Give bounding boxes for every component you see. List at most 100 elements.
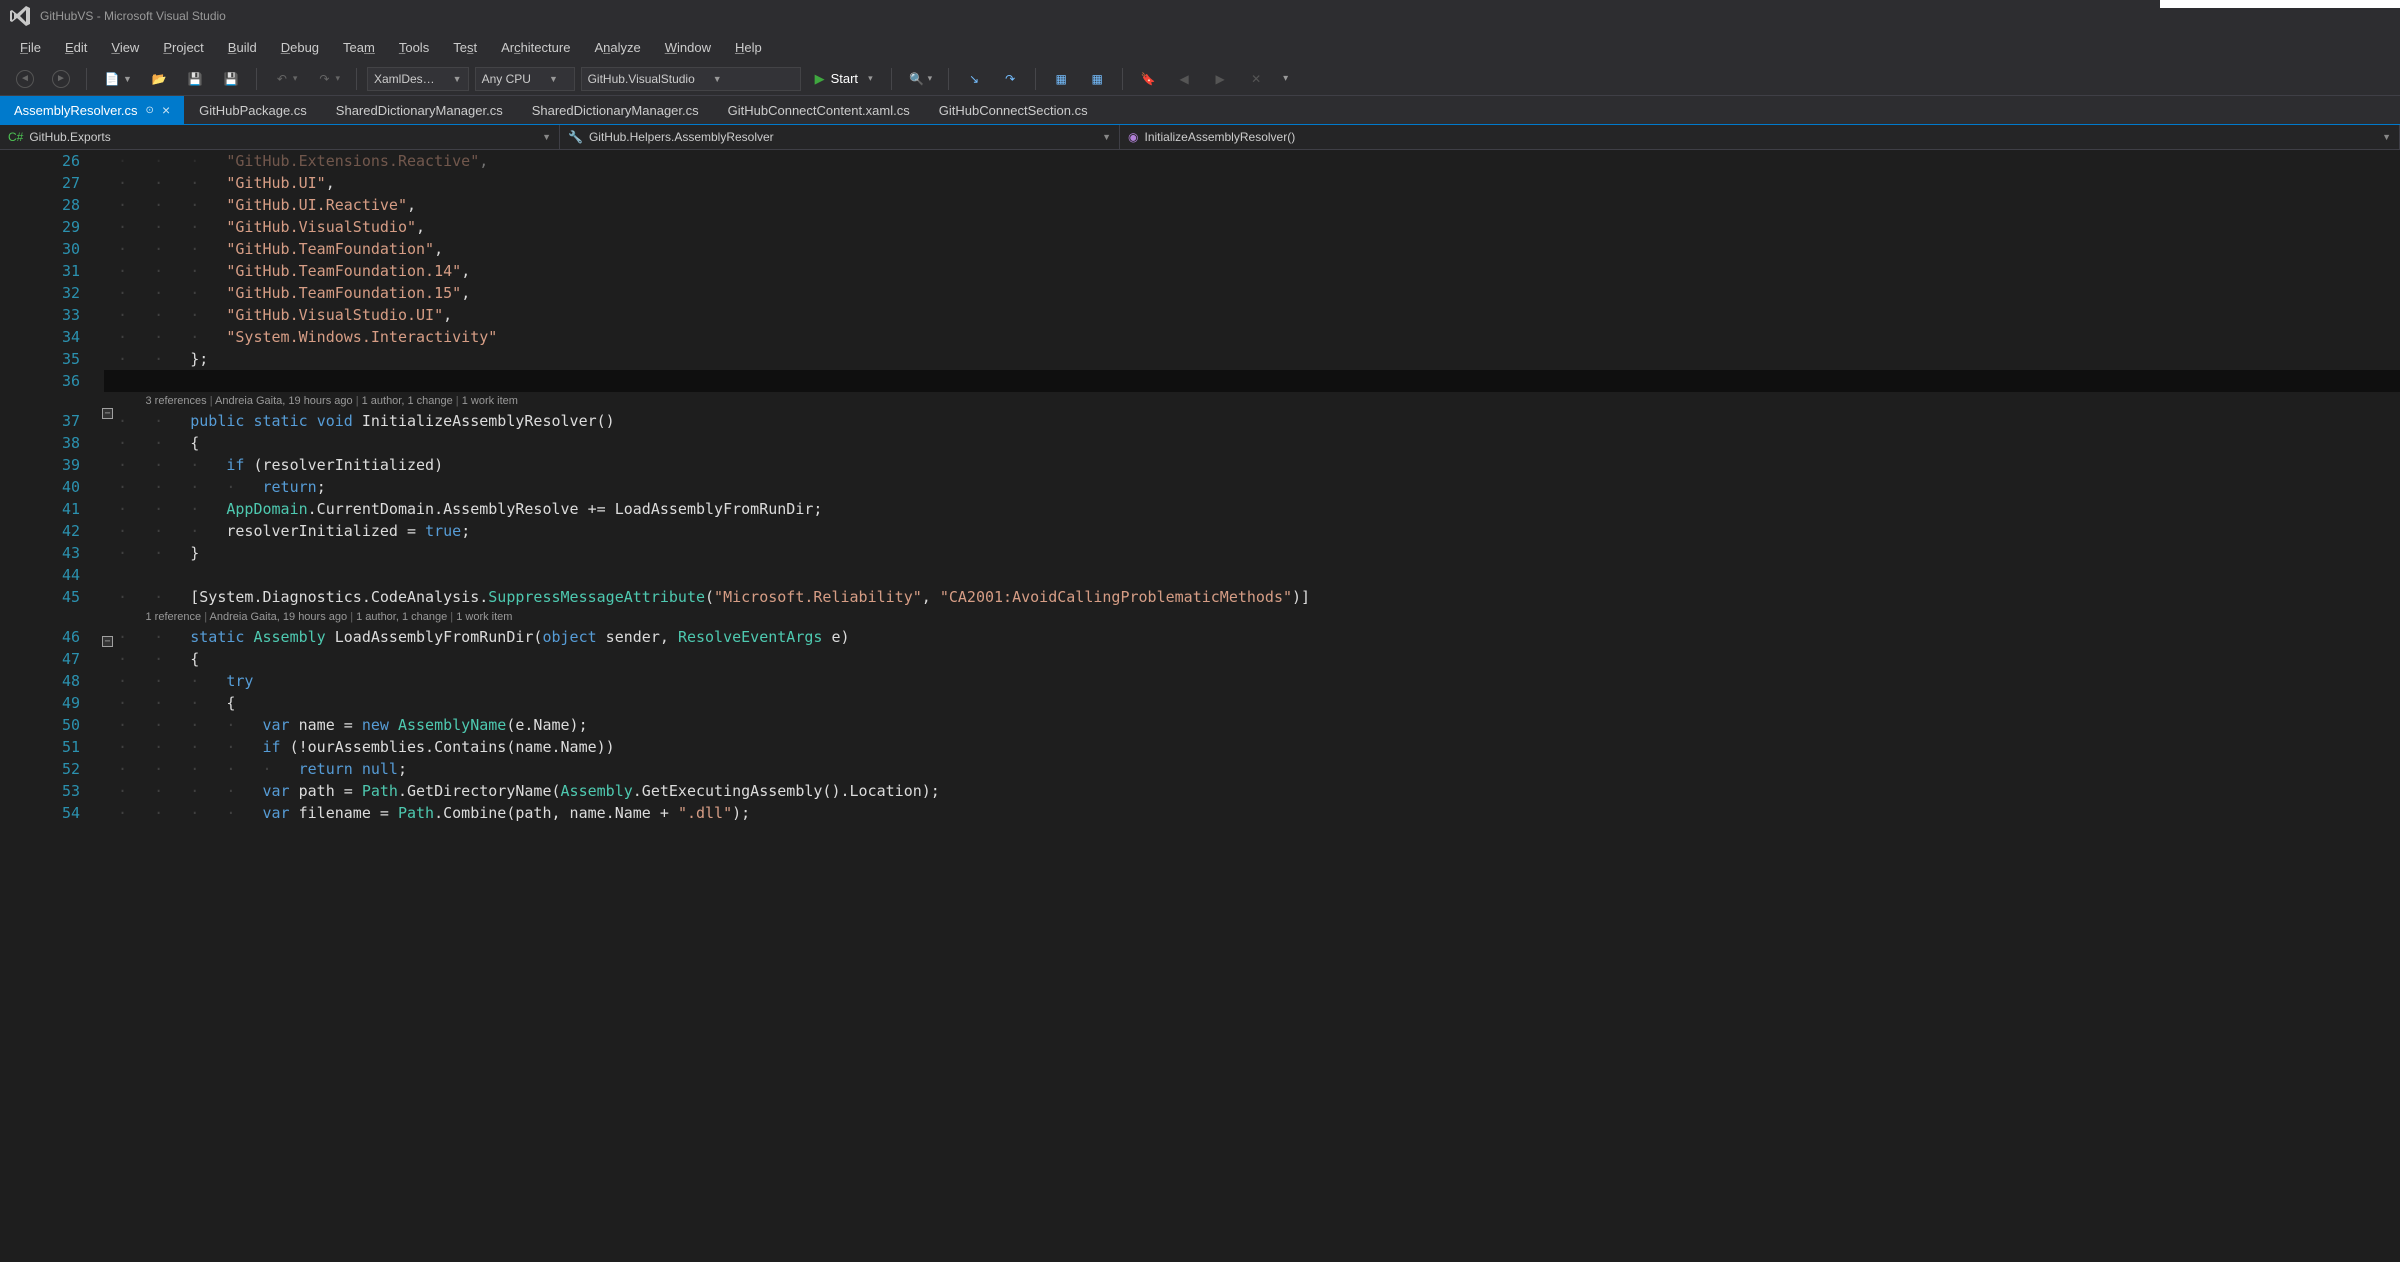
solution-config-combo[interactable]: XamlDes…▼ (367, 67, 469, 91)
tab-shareddict2[interactable]: SharedDictionaryManager.cs (518, 96, 714, 124)
uncomment-button[interactable]: ▦ (1082, 67, 1112, 91)
line-number: 38 (0, 432, 80, 454)
menu-test[interactable]: Test (443, 36, 487, 59)
member-label: InitializeAssemblyResolver() (1144, 130, 1295, 144)
vs-logo-icon (8, 4, 32, 28)
step-over-button[interactable]: ↷ (995, 67, 1025, 91)
toolbar: ◄ ► 📄▼ 📂 💾 💾 ↶▾ ↷▾ XamlDes…▼ Any CPU▼ Gi… (0, 62, 2400, 96)
menu-project[interactable]: Project (153, 36, 213, 59)
menu-edit[interactable]: Edit (55, 36, 97, 59)
code-line[interactable]: · · public static void InitializeAssembl… (104, 410, 2400, 432)
menu-architecture[interactable]: Architecture (491, 36, 580, 59)
member-combo[interactable]: ◉ InitializeAssemblyResolver() ▼ (1120, 125, 2400, 149)
code-line[interactable]: · · } (104, 542, 2400, 564)
startup-project-combo[interactable]: GitHub.VisualStudio▼ (581, 67, 801, 91)
menu-team[interactable]: Team (333, 36, 385, 59)
comment-button[interactable]: ▦ (1046, 67, 1076, 91)
tab-label: GitHubConnectSection.cs (939, 103, 1088, 118)
line-number: 29 (0, 216, 80, 238)
menu-help[interactable]: Help (725, 36, 772, 59)
codelens[interactable]: 1 reference | Andreia Gaita, 19 hours ag… (104, 608, 2400, 626)
code-line[interactable]: · · · "GitHub.VisualStudio", (104, 216, 2400, 238)
nav-back-button[interactable]: ◄ (10, 67, 40, 91)
bookmark-button[interactable]: 🔖 (1133, 67, 1163, 91)
menu-view[interactable]: View (101, 36, 149, 59)
undo-button[interactable]: ↶▾ (267, 67, 304, 91)
toolbar-separator (1122, 68, 1123, 90)
code-line[interactable]: · · · · if (!ourAssemblies.Contains(name… (104, 736, 2400, 758)
code-line[interactable] (104, 370, 2400, 392)
code-line[interactable]: · · · AppDomain.CurrentDomain.AssemblyRe… (104, 498, 2400, 520)
code-line[interactable]: · · { (104, 432, 2400, 454)
code-line[interactable]: · · · · var name = new AssemblyName(e.Na… (104, 714, 2400, 736)
code-line[interactable]: · · { (104, 648, 2400, 670)
start-debug-button[interactable]: ▶Start▾ (807, 71, 881, 87)
project-combo[interactable]: C# GitHub.Exports ▼ (0, 125, 560, 149)
code-line[interactable]: · · · resolverInitialized = true; (104, 520, 2400, 542)
line-number: 39 (0, 454, 80, 476)
code-line[interactable]: · · }; (104, 348, 2400, 370)
toolbar-overflow[interactable]: ▾ (1277, 70, 1294, 87)
menu-analyze[interactable]: Analyze (584, 36, 650, 59)
line-number: 44 (0, 564, 80, 586)
line-number: 51 (0, 736, 80, 758)
code-line[interactable]: · · · · var path = Path.GetDirectoryName… (104, 780, 2400, 802)
step-over-icon: ↷ (1001, 70, 1019, 88)
find-in-files-button[interactable]: 🔍▾ (902, 67, 939, 91)
code-editor[interactable]: 2627282930313233343536373839404142434445… (0, 150, 2400, 1262)
clear-bookmarks-button: ✕ (1241, 67, 1271, 91)
close-icon[interactable]: × (162, 102, 170, 118)
tab-githubpackage[interactable]: GitHubPackage.cs (185, 96, 322, 124)
step-into-button[interactable]: ↘ (959, 67, 989, 91)
save-all-button[interactable]: 💾 (216, 67, 246, 91)
code-area[interactable]: − − · · · "GitHub.Extensions.Reactive",·… (104, 150, 2400, 1262)
code-line[interactable]: · · · · · return null; (104, 758, 2400, 780)
code-line[interactable]: · · · if (resolverInitialized) (104, 454, 2400, 476)
outline-collapse-37[interactable]: − (102, 408, 113, 419)
pin-icon[interactable]: ⊙ (146, 105, 154, 116)
platform-combo[interactable]: Any CPU▼ (475, 67, 575, 91)
navigation-bar: C# GitHub.Exports ▼ 🔧 GitHub.Helpers.Ass… (0, 124, 2400, 150)
menu-window[interactable]: Window (655, 36, 721, 59)
save-button[interactable]: 💾 (180, 67, 210, 91)
tab-assemblyresolver[interactable]: AssemblyResolver.cs ⊙ × (0, 96, 185, 124)
code-line[interactable]: · · · "GitHub.TeamFoundation", (104, 238, 2400, 260)
code-line[interactable]: · · · "GitHub.Extensions.Reactive", (104, 150, 2400, 172)
class-icon: 🔧 (568, 130, 583, 144)
type-combo[interactable]: 🔧 GitHub.Helpers.AssemblyResolver ▼ (560, 125, 1120, 149)
line-number: 45 (0, 586, 80, 608)
code-line[interactable]: · · · "GitHub.UI.Reactive", (104, 194, 2400, 216)
new-project-icon: 📄 (103, 70, 121, 88)
prev-bookmark-button: ◀ (1169, 67, 1199, 91)
tab-connectsection[interactable]: GitHubConnectSection.cs (925, 96, 1103, 124)
tab-shareddict1[interactable]: SharedDictionaryManager.cs (322, 96, 518, 124)
codelens[interactable]: 3 references | Andreia Gaita, 19 hours a… (104, 392, 2400, 410)
code-line[interactable]: · · · "GitHub.TeamFoundation.14", (104, 260, 2400, 282)
new-project-button[interactable]: 📄▼ (97, 67, 138, 91)
code-line[interactable]: · · · try (104, 670, 2400, 692)
menu-file[interactable]: File (10, 36, 51, 59)
menu-debug[interactable]: Debug (271, 36, 329, 59)
prev-bookmark-icon: ◀ (1175, 70, 1193, 88)
outline-collapse-46[interactable]: − (102, 636, 113, 647)
csharp-project-icon: C# (8, 130, 23, 144)
comment-icon: ▦ (1052, 70, 1070, 88)
code-line[interactable]: · · static Assembly LoadAssemblyFromRunD… (104, 626, 2400, 648)
code-line[interactable]: · · · · return; (104, 476, 2400, 498)
code-line[interactable]: · · · { (104, 692, 2400, 714)
code-line[interactable]: · · [System.Diagnostics.CodeAnalysis.Sup… (104, 586, 2400, 608)
code-line[interactable] (104, 564, 2400, 586)
code-line[interactable]: · · · "GitHub.VisualStudio.UI", (104, 304, 2400, 326)
menu-build[interactable]: Build (218, 36, 267, 59)
play-icon: ▶ (815, 71, 825, 87)
redo-button[interactable]: ↷▾ (309, 67, 346, 91)
menu-tools[interactable]: Tools (389, 36, 439, 59)
code-line[interactable]: · · · "System.Windows.Interactivity" (104, 326, 2400, 348)
tab-connectcontent[interactable]: GitHubConnectContent.xaml.cs (714, 96, 925, 124)
open-file-button[interactable]: 📂 (144, 67, 174, 91)
code-line[interactable]: · · · · var filename = Path.Combine(path… (104, 802, 2400, 824)
method-icon: ◉ (1128, 130, 1138, 144)
code-line[interactable]: · · · "GitHub.UI", (104, 172, 2400, 194)
find-icon: 🔍 (908, 70, 926, 88)
code-line[interactable]: · · · "GitHub.TeamFoundation.15", (104, 282, 2400, 304)
